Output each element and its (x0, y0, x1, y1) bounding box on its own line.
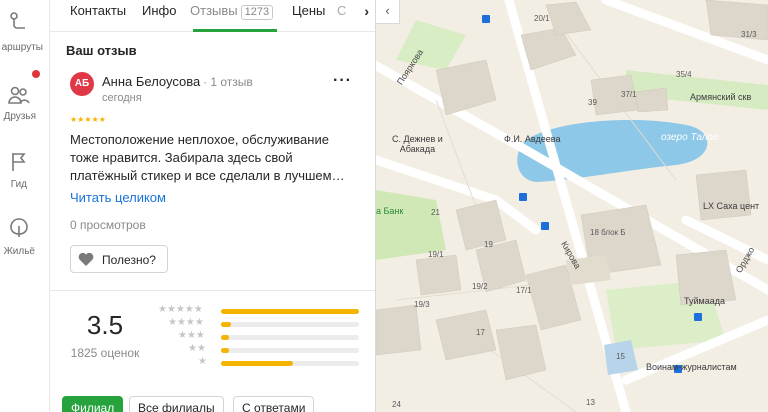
your-review-title: Ваш отзыв (66, 43, 137, 58)
collapse-panel-button[interactable]: ‹ (376, 0, 400, 24)
author-review-count: · 1 отзыв (203, 75, 253, 89)
map-label-voinam: Воинам-журналистам (646, 362, 737, 372)
route-icon (10, 12, 25, 29)
nav-housing[interactable]: Жильё (0, 212, 49, 262)
helpful-label: Полезно? (102, 253, 156, 267)
map-house-number: 20/1 (534, 14, 550, 23)
rating-row-bar (221, 335, 229, 340)
map-house-number: 24 (392, 400, 401, 409)
divider (50, 290, 375, 291)
review-author[interactable]: Анна Белоусова (102, 74, 200, 89)
map-house-number: 19/3 (414, 300, 430, 309)
map-house-number: 15 (616, 352, 625, 361)
nav-housing-label: Жильё (3, 246, 35, 257)
rating-row-track (221, 348, 359, 353)
nav-friends[interactable]: Друзья (0, 78, 49, 128)
nav-guide-label: Гид (10, 179, 27, 190)
map-label-bank: а Банк (376, 206, 404, 216)
map-label-lake: озеро Талое (661, 132, 719, 143)
review-date: сегодня (102, 92, 142, 104)
helpful-button[interactable]: Полезно? (70, 245, 168, 273)
rating-row-bar (221, 309, 359, 314)
rating-summary: 3.5 1825 оценок (70, 310, 140, 360)
reviews-count-badge: 1273 (240, 5, 274, 20)
rating-count: 1825 оценок (70, 346, 140, 360)
tab-bar: Контакты Инфо Отзывы 1273 Цены С › (50, 0, 375, 32)
rating-row-stars: ★ (198, 356, 207, 367)
map-house-number: 18 блок Б (590, 228, 626, 237)
nav-routes-label: аршруты (1, 42, 43, 53)
views-count: 0 просмотров (70, 218, 146, 232)
filter-with-answers[interactable]: С ответами (233, 396, 315, 412)
rating-row-bar (221, 361, 293, 366)
map-house-number: 21 (431, 208, 440, 217)
map-label-armenian: Армянский скв (690, 92, 752, 102)
review-text: Местоположение неплохое, обслуживание то… (70, 132, 345, 183)
tab-info[interactable]: Инфо (142, 3, 176, 18)
notification-dot (32, 70, 40, 78)
tab-prices[interactable]: Цены (292, 3, 325, 18)
tab-more-partial[interactable]: С (337, 3, 346, 18)
map-house-number: 13 (586, 398, 595, 407)
rating-row-stars: ★★★★ (168, 317, 204, 328)
tabs-fade (346, 0, 375, 31)
map-house-number: 19 (484, 240, 493, 249)
nav-friends-label: Друзья (3, 111, 36, 122)
reviews-panel: Контакты Инфо Отзывы 1273 Цены С › Ваш от… (50, 0, 376, 412)
read-more-link[interactable]: Читать целиком (70, 190, 166, 205)
rating-value: 3.5 (86, 310, 124, 340)
tab-reviews-label: Отзывы (190, 3, 238, 18)
rating-row-bar (221, 348, 229, 353)
filter-branch[interactable]: Филиал (62, 396, 124, 412)
rating-row-track (221, 309, 359, 314)
active-tab-indicator (193, 29, 277, 32)
tab-contacts[interactable]: Контакты (70, 3, 126, 18)
map-house-number: 19/2 (472, 282, 488, 291)
rating-row-stars: ★★★ (178, 330, 205, 341)
chevron-right-icon[interactable]: › (364, 3, 369, 19)
map-label-lx: LX Саха цент (703, 201, 760, 211)
map[interactable]: Пояркова Кирова Орджо озеро Талое Армянс… (376, 0, 768, 412)
map-house-number: 17/1 (516, 286, 532, 295)
flag-icon (12, 153, 26, 171)
rating-row-bar (221, 322, 231, 327)
review-stars: ★★★★★ (70, 115, 106, 124)
map-house-number: 19/1 (428, 250, 444, 259)
housing-icon (10, 218, 28, 237)
friends-icon (8, 86, 30, 104)
heart-icon (78, 252, 94, 266)
rating-row-track (221, 335, 359, 340)
map-house-number: 17 (476, 328, 485, 337)
nav-guide[interactable]: Гид (0, 148, 49, 193)
map-house-number: 39 (588, 98, 597, 107)
filter-all-branches[interactable]: Все филиалы (129, 396, 224, 412)
rating-row-track (221, 322, 359, 327)
rating-row-stars: ★★★★★ (158, 304, 203, 315)
nav-routes[interactable]: аршруты (0, 0, 49, 60)
map-house-number: 37/1 (621, 90, 637, 99)
map-label-avdeev: Ф.И. Авдеева (504, 134, 561, 144)
avatar[interactable]: АБ (70, 72, 94, 96)
rating-row-stars: ★★ (188, 343, 206, 354)
tab-reviews[interactable]: Отзывы 1273 (190, 3, 274, 20)
left-nav: аршруты Друзья Гид Жильё (0, 0, 50, 412)
map-house-number: 31/3 (741, 30, 757, 39)
map-label-dezhnev: С. Дежнев и Абакада (392, 134, 443, 154)
more-options-icon[interactable]: ··· (333, 73, 352, 89)
map-label-tuymaada: Туймаада (684, 296, 725, 306)
map-house-number: 35/4 (676, 70, 692, 79)
rating-row-track (221, 361, 359, 366)
